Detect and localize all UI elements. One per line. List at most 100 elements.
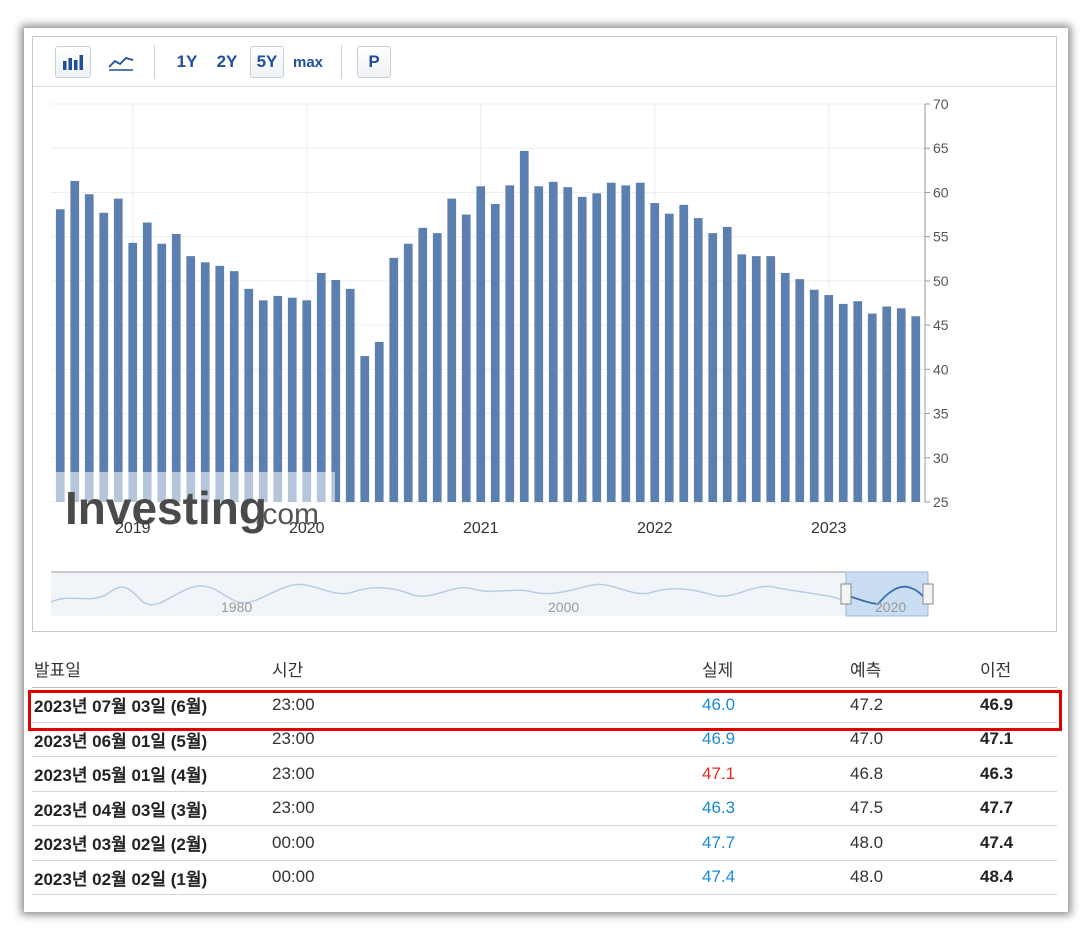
bar[interactable]	[722, 226, 732, 502]
bar[interactable]	[737, 254, 747, 502]
line-chart-icon[interactable]	[103, 46, 139, 78]
bar[interactable]	[258, 300, 268, 502]
bar[interactable]	[113, 198, 123, 502]
bar[interactable]	[606, 182, 616, 502]
bar[interactable]	[795, 279, 805, 502]
row-previous: 46.3	[980, 763, 1014, 783]
bar[interactable]	[316, 272, 326, 502]
bar[interactable]	[229, 271, 239, 502]
bar[interactable]	[693, 218, 703, 503]
bar[interactable]	[766, 256, 776, 502]
bar[interactable]	[635, 182, 645, 502]
navigator-label-2020: 2020	[875, 599, 906, 615]
bar[interactable]	[157, 243, 167, 502]
bar[interactable]	[548, 181, 558, 502]
bar[interactable]	[99, 212, 109, 502]
row-forecast: 47.0	[850, 729, 884, 749]
header-previous[interactable]: 이전	[980, 656, 1057, 681]
bar[interactable]	[55, 209, 65, 502]
row-time: 23:00	[272, 763, 315, 783]
bar[interactable]	[824, 295, 834, 502]
bar[interactable]	[911, 316, 921, 502]
header-actual[interactable]: 실제	[702, 656, 850, 681]
row-actual: 47.7	[702, 832, 736, 852]
navigator[interactable]: 1980 2000 2020	[50, 571, 934, 617]
row-date: 2023년 03월 02일 (2월)	[34, 835, 208, 855]
bar[interactable]	[708, 233, 718, 502]
row-date: 2023년 02월 02일 (1월)	[34, 869, 208, 889]
navigator-left-handle[interactable]	[840, 583, 852, 605]
bar[interactable]	[389, 257, 399, 502]
y-tick-label: 40	[933, 361, 949, 377]
row-forecast: 47.5	[850, 798, 884, 818]
bar[interactable]	[809, 289, 819, 502]
range-2y-button[interactable]: 2Y	[212, 46, 242, 78]
bar[interactable]	[577, 196, 587, 502]
bar[interactable]	[244, 288, 254, 502]
bar[interactable]	[200, 262, 210, 502]
y-tick-label: 30	[933, 450, 949, 466]
header-date[interactable]: 발표일	[32, 656, 272, 681]
bar[interactable]	[867, 313, 877, 502]
header-time[interactable]: 시간	[272, 656, 702, 681]
bar[interactable]	[447, 198, 457, 502]
bar[interactable]	[273, 295, 283, 502]
bar[interactable]	[882, 306, 892, 502]
chart-widget: 1Y 2Y 5Y max P Investing .com 25 30 35 40 45…	[32, 36, 1057, 632]
watermark-brand: Investing	[65, 482, 267, 534]
bar[interactable]	[505, 185, 515, 502]
bar[interactable]	[374, 341, 384, 502]
bar[interactable]	[650, 203, 660, 502]
bar[interactable]	[563, 187, 573, 502]
bar[interactable]	[476, 186, 486, 502]
p-button[interactable]: P	[357, 46, 391, 78]
bar[interactable]	[70, 180, 80, 502]
bar[interactable]	[519, 150, 529, 502]
bar[interactable]	[215, 265, 225, 502]
row-date: 2023년 04월 03일 (3월)	[34, 800, 208, 820]
bar[interactable]	[896, 308, 906, 502]
bar[interactable]	[664, 213, 674, 502]
bar[interactable]	[128, 242, 138, 502]
bar[interactable]	[287, 297, 297, 502]
bar[interactable]	[171, 234, 181, 502]
row-forecast: 48.0	[850, 832, 884, 852]
y-tick-label: 60	[933, 184, 949, 200]
row-date: 2023년 05월 01일 (4월)	[34, 766, 208, 786]
bar[interactable]	[751, 256, 761, 502]
bar[interactable]	[461, 214, 471, 503]
bars	[55, 150, 921, 503]
bar[interactable]	[490, 203, 500, 502]
header-forecast[interactable]: 예측	[850, 656, 980, 681]
row-forecast: 46.8	[850, 763, 884, 783]
navigator-right-handle[interactable]	[922, 583, 934, 605]
bar[interactable]	[360, 356, 370, 502]
bar[interactable]	[418, 227, 428, 503]
row-time: 23:00	[272, 798, 315, 818]
bar[interactable]	[534, 186, 544, 502]
bar[interactable]	[186, 256, 196, 502]
range-1y-button[interactable]: 1Y	[172, 46, 202, 78]
bar[interactable]	[621, 185, 631, 502]
bar[interactable]	[345, 288, 355, 502]
range-max-button[interactable]: max	[289, 46, 327, 78]
table-header: 발표일 시간 실제 예측 이전	[32, 650, 1057, 688]
range-5y-button[interactable]: 5Y	[250, 46, 284, 78]
bar[interactable]	[679, 204, 689, 502]
table-row: 2023년 02월 02일 (1월) 00:00 47.4 48.0 48.4	[32, 861, 1057, 895]
row-previous: 47.1	[980, 729, 1014, 749]
content-frame: 1Y 2Y 5Y max P Investing .com 25 30 35 40 45…	[24, 28, 1068, 912]
bar-chart-icon[interactable]	[55, 46, 91, 78]
bar[interactable]	[780, 272, 790, 502]
bar[interactable]	[403, 243, 413, 502]
bar[interactable]	[331, 280, 341, 502]
bar[interactable]	[84, 194, 94, 503]
row-actual: 46.3	[702, 798, 736, 818]
bar[interactable]	[838, 303, 848, 502]
bar[interactable]	[142, 222, 152, 502]
bar[interactable]	[432, 233, 442, 502]
bar[interactable]	[592, 193, 602, 502]
bar[interactable]	[302, 300, 312, 502]
y-tick-label: 70	[933, 96, 949, 112]
bar[interactable]	[853, 301, 863, 502]
